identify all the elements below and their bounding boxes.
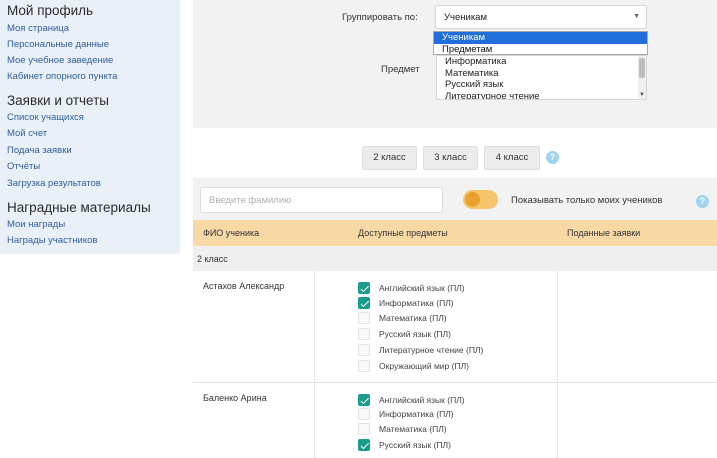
- column-header-subjects: Доступные предметы: [358, 228, 448, 238]
- checkbox-unchecked[interactable]: [358, 328, 370, 340]
- sidebar-link-submit-request[interactable]: Подача заявки: [7, 145, 72, 156]
- column-divider: [314, 271, 315, 382]
- surname-search-input[interactable]: [200, 187, 443, 213]
- student-name: Баленко Арина: [203, 393, 267, 403]
- subject-option-literary-reading[interactable]: Литературное чтение: [437, 91, 646, 100]
- grade-group-row: 2 класс: [193, 246, 717, 271]
- sidebar-link-upload-results[interactable]: Загрузка результатов: [7, 178, 101, 189]
- group-by-dropdown: Ученикам Предметам: [433, 31, 648, 55]
- grade-button-2[interactable]: 2 класс: [362, 146, 417, 170]
- sidebar-link-my-page[interactable]: Моя страница: [7, 23, 69, 34]
- section-title-profile: Мой профиль: [7, 3, 94, 18]
- subject-label: Русский язык (ПЛ): [379, 329, 451, 339]
- subject-label: Английский язык (ПЛ): [379, 395, 465, 405]
- subject-option-russian[interactable]: Русский язык: [437, 79, 646, 91]
- subject-label: Предмет: [381, 64, 420, 75]
- checkbox-checked[interactable]: [358, 394, 370, 406]
- checkbox-checked[interactable]: [358, 282, 370, 294]
- scroll-down-arrow-icon[interactable]: ▼: [639, 92, 645, 98]
- grade-group-label: 2 класс: [197, 254, 228, 264]
- chevron-down-icon: ▼: [633, 13, 640, 20]
- group-by-select[interactable]: Ученикам ▼: [435, 5, 647, 29]
- sidebar-link-my-awards[interactable]: Мои награды: [7, 219, 65, 230]
- toggle-label: Показывать только моих учеников: [511, 195, 663, 206]
- group-by-value: Ученикам: [444, 12, 488, 23]
- grade-button-4[interactable]: 4 класс: [484, 146, 540, 170]
- table-header: ФИО ученика Доступные предметы Поданные …: [193, 220, 717, 246]
- help-icon[interactable]: ?: [696, 195, 709, 208]
- subject-label: Математика (ПЛ): [379, 424, 447, 434]
- checkbox-unchecked[interactable]: [358, 344, 370, 356]
- subject-label: Английский язык (ПЛ): [379, 283, 465, 293]
- checkbox-unchecked[interactable]: [358, 312, 370, 324]
- column-divider: [557, 271, 558, 382]
- column-header-name: ФИО ученика: [203, 228, 260, 238]
- subject-listbox[interactable]: Информатика Математика Русский язык Лите…: [436, 55, 647, 100]
- sidebar-link-personal-data[interactable]: Персональные данные: [7, 39, 109, 50]
- sidebar: Мой профиль Моя страница Персональные да…: [0, 0, 180, 254]
- group-by-label: Группировать по:: [342, 12, 418, 23]
- my-students-toggle[interactable]: [463, 190, 498, 209]
- sidebar-link-students-list[interactable]: Список учащихся: [7, 112, 84, 123]
- section-title-awards: Наградные материалы: [7, 200, 151, 215]
- sidebar-link-reports[interactable]: Отчёты: [7, 161, 40, 172]
- section-title-requests: Заявки и отчеты: [7, 93, 110, 108]
- subject-option-math[interactable]: Математика: [437, 68, 646, 80]
- subject-label: Информатика (ПЛ): [379, 409, 454, 419]
- column-divider: [314, 383, 315, 458]
- checkbox-checked[interactable]: [358, 297, 370, 309]
- checkbox-unchecked[interactable]: [358, 408, 370, 420]
- checkbox-checked[interactable]: [358, 439, 370, 451]
- grade-button-3[interactable]: 3 класс: [423, 146, 478, 170]
- subject-label: Информатика (ПЛ): [379, 298, 454, 308]
- toggle-knob: [465, 192, 480, 207]
- scrollbar-thumb[interactable]: [639, 58, 645, 78]
- column-header-requests: Поданные заявки: [567, 228, 641, 238]
- table-row: Астахов Александр Английский язык (ПЛ) И…: [193, 271, 717, 382]
- listbox-scrollbar[interactable]: ▼: [638, 56, 646, 99]
- option-students[interactable]: Ученикам: [434, 32, 647, 44]
- subject-label: Русский язык (ПЛ): [379, 440, 451, 450]
- sidebar-link-institution[interactable]: Мое учебное заведение: [7, 55, 113, 66]
- help-icon[interactable]: ?: [546, 151, 559, 164]
- subject-label: Математика (ПЛ): [379, 313, 447, 323]
- subject-label: Окружающий мир (ПЛ): [379, 361, 469, 371]
- subject-option-informatics[interactable]: Информатика: [437, 56, 646, 68]
- subject-label: Литературное чтение (ПЛ): [379, 345, 484, 355]
- sidebar-link-participant-awards[interactable]: Награды участников: [7, 235, 97, 246]
- table-row: Баленко Арина Английский язык (ПЛ) Инфор…: [193, 383, 717, 458]
- checkbox-unchecked[interactable]: [358, 423, 370, 435]
- checkbox-unchecked[interactable]: [358, 360, 370, 372]
- student-name: Астахов Александр: [203, 281, 285, 291]
- column-divider: [557, 383, 558, 458]
- sidebar-link-my-account[interactable]: Мой счет: [7, 128, 47, 139]
- sidebar-link-support-office[interactable]: Кабинет опорного пункта: [7, 71, 117, 82]
